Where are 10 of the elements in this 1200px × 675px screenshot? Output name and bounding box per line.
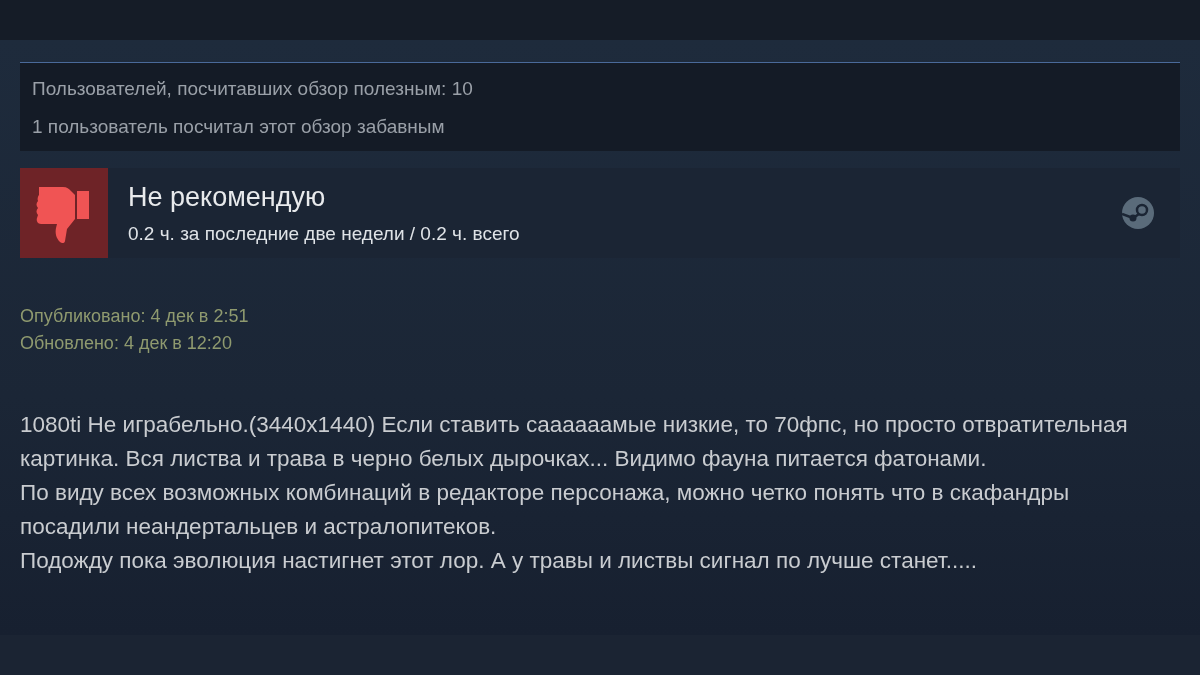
- review-paragraph: 1080ti Не играбельно.(3440x1440) Если ставить саааааамые низкие, то 70фпс, но просто отвратительная картинка. Вся листва и трава в черно белых дырочках... Видимо фауна питается фатонами.: [20, 411, 1129, 473]
- helpful-text: Пользователей, посчитавших обзор полезным: 10: [32, 77, 474, 101]
- steam-icon: [1122, 197, 1154, 229]
- playtime-text: 0.2 ч. за последние две недели / 0.2 ч. всего: [128, 222, 521, 245]
- review-paragraph: По виду всех возможных комбинаций в редакторе персонажа, можно четко понять что в скафандры посадили неандертальцев и астралопитеков.: [20, 479, 1071, 541]
- helpful-text: 1 пользователь посчитал этот обзор забавным: [32, 115, 446, 139]
- verdict-title: Не рекомендую: [128, 181, 327, 213]
- review-paragraph: Подожду пока эволюция настигнет этот лор. А у травы и листвы сигнал по лучше станет.....: [20, 547, 978, 575]
- date-text: Обновлено: 4 дек в 12:20: [20, 333, 233, 354]
- date-text: Опубликовано: 4 дек в 2:51: [20, 306, 250, 327]
